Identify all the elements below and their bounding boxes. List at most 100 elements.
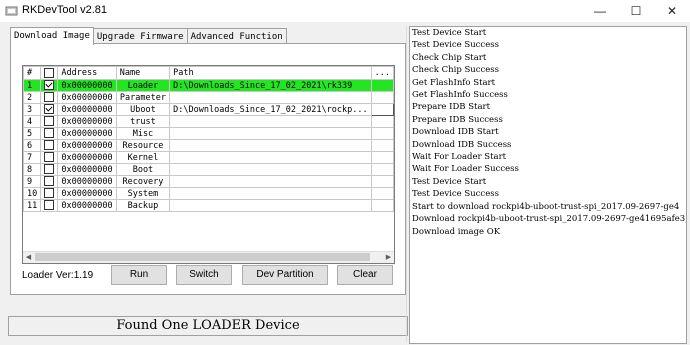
row-checkbox[interactable] <box>44 188 55 199</box>
close-icon: ✕ <box>666 4 678 18</box>
row-browse-cell[interactable] <box>370 199 394 212</box>
row-checkbox[interactable] <box>44 140 55 151</box>
row-name: Loader <box>115 79 171 92</box>
row-address: 0x00000000 <box>57 115 117 128</box>
minimize-button[interactable]: — <box>585 0 615 22</box>
row-checkbox[interactable] <box>44 80 55 91</box>
row-address: 0x00000000 <box>57 163 117 176</box>
row-checkbox-cell[interactable] <box>40 151 59 164</box>
row-checkbox-cell[interactable] <box>40 79 59 92</box>
row-browse-cell[interactable] <box>370 91 394 104</box>
row-checkbox[interactable] <box>44 164 55 175</box>
row-checkbox-cell[interactable] <box>40 115 59 128</box>
row-browse-cell[interactable] <box>370 151 394 164</box>
row-browse-cell[interactable] <box>370 139 394 152</box>
clear-button[interactable]: Clear <box>337 265 393 285</box>
table-row[interactable]: 10 0x00000000 System <box>23 187 394 200</box>
tab-download-image[interactable]: Download Image <box>10 27 94 45</box>
row-browse-cell[interactable] <box>370 187 394 200</box>
row-browse-cell[interactable] <box>370 79 394 92</box>
log-line: Download image OK <box>412 226 501 237</box>
row-name: trust <box>115 115 171 128</box>
row-checkbox[interactable] <box>44 116 55 127</box>
divider <box>406 26 407 342</box>
row-checkbox[interactable] <box>44 92 55 103</box>
table-row[interactable]: 11 0x00000000 Backup <box>23 199 394 212</box>
row-checkbox-cell[interactable] <box>40 91 59 104</box>
row-address: 0x00000000 <box>57 151 117 164</box>
row-browse-cell[interactable] <box>370 175 394 188</box>
row-checkbox-cell[interactable] <box>40 127 59 140</box>
row-number: 4 <box>23 115 42 128</box>
table-header-row: # Address Name Path ... <box>23 66 394 80</box>
table-row[interactable]: 1 0x00000000 Loader D:\Downloads_Since_17_0… <box>23 79 394 92</box>
maximize-icon: ☐ <box>630 4 642 18</box>
tab-advanced-function[interactable]: Advanced Function <box>186 28 287 44</box>
log-line: Prepare IDB Success <box>412 114 503 125</box>
select-all-checkbox[interactable] <box>44 67 55 78</box>
app-icon <box>5 6 18 16</box>
table-row[interactable]: 4 0x00000000 trust <box>23 115 394 128</box>
row-name: Boot <box>115 163 171 176</box>
row-address: 0x00000000 <box>57 127 117 140</box>
run-button[interactable]: Run <box>111 265 167 285</box>
row-checkbox-cell[interactable] <box>40 103 59 116</box>
row-address: 0x00000000 <box>57 175 117 188</box>
close-button[interactable]: ✕ <box>657 0 687 22</box>
table-row[interactable]: 9 0x00000000 Recovery <box>23 175 394 188</box>
row-name: Misc <box>115 127 171 140</box>
log-line: Test Device Start <box>412 176 487 187</box>
row-checkbox[interactable] <box>44 152 55 163</box>
table-row[interactable]: 6 0x00000000 Resource <box>23 139 394 152</box>
log-line: Check Chip Start <box>412 52 487 63</box>
row-number: 8 <box>23 163 42 176</box>
row-browse-cell[interactable] <box>370 103 394 116</box>
table-row[interactable]: 5 0x00000000 Misc <box>23 127 394 140</box>
table-row[interactable]: 7 0x00000000 Kernel <box>23 151 394 164</box>
row-number: 10 <box>23 187 42 200</box>
scroll-right-icon[interactable]: ▶ <box>383 252 394 263</box>
horizontal-scrollbar[interactable]: ◀ ▶ <box>23 251 394 263</box>
row-checkbox[interactable] <box>44 128 55 139</box>
row-number: 3 <box>23 103 42 116</box>
row-checkbox-cell[interactable] <box>40 139 59 152</box>
image-grid: # Address Name Path ... 1 0x00000000 Loade… <box>23 66 394 212</box>
log-line: Get FlashInfo Success <box>412 90 508 101</box>
scroll-left-icon[interactable]: ◀ <box>23 252 34 263</box>
switch-button[interactable]: Switch <box>176 265 232 285</box>
maximize-button[interactable]: ☐ <box>621 0 651 22</box>
log-line: Download IDB Start <box>412 127 499 138</box>
row-checkbox-cell[interactable] <box>40 163 59 176</box>
table-row[interactable]: 2 0x00000000 Parameter <box>23 91 394 104</box>
log-line: Download rockpi4b-uboot-trust-spi_2017.0… <box>412 214 687 225</box>
tab-upgrade-firmware[interactable]: Upgrade Firmware <box>92 28 188 44</box>
row-number: 7 <box>23 151 42 164</box>
table-row[interactable]: 8 0x00000000 Boot <box>23 163 394 176</box>
row-checkbox[interactable] <box>44 200 55 211</box>
log-line: Download IDB Success <box>412 139 512 150</box>
row-address: 0x00000000 <box>57 199 117 212</box>
row-browse-cell[interactable] <box>370 163 394 176</box>
col-header-name: Name <box>115 66 171 80</box>
scrollbar-thumb[interactable] <box>35 253 370 261</box>
row-checkbox-cell[interactable] <box>40 199 59 212</box>
row-checkbox[interactable] <box>44 176 55 187</box>
row-name: Kernel <box>115 151 171 164</box>
row-checkbox[interactable] <box>44 104 55 115</box>
table-row[interactable]: 3 0x00000000 Uboot D:\Downloads_Since_17_02… <box>23 103 394 116</box>
row-browse-cell[interactable] <box>370 127 394 140</box>
row-checkbox-cell[interactable] <box>40 175 59 188</box>
row-checkbox-cell[interactable] <box>40 187 59 200</box>
row-path <box>169 115 372 128</box>
row-name: System <box>115 187 171 200</box>
row-number: 5 <box>23 127 42 140</box>
row-browse-cell[interactable] <box>370 115 394 128</box>
dev-partition-button[interactable]: Dev Partition <box>242 265 328 285</box>
row-path <box>169 187 372 200</box>
log-line: Get FlashInfo Start <box>412 77 496 88</box>
col-header-select-all[interactable] <box>40 66 59 80</box>
status-text: Found One LOADER Device <box>116 318 300 333</box>
row-name: Recovery <box>115 175 171 188</box>
row-address: 0x00000000 <box>57 139 117 152</box>
row-number: 11 <box>23 199 42 212</box>
